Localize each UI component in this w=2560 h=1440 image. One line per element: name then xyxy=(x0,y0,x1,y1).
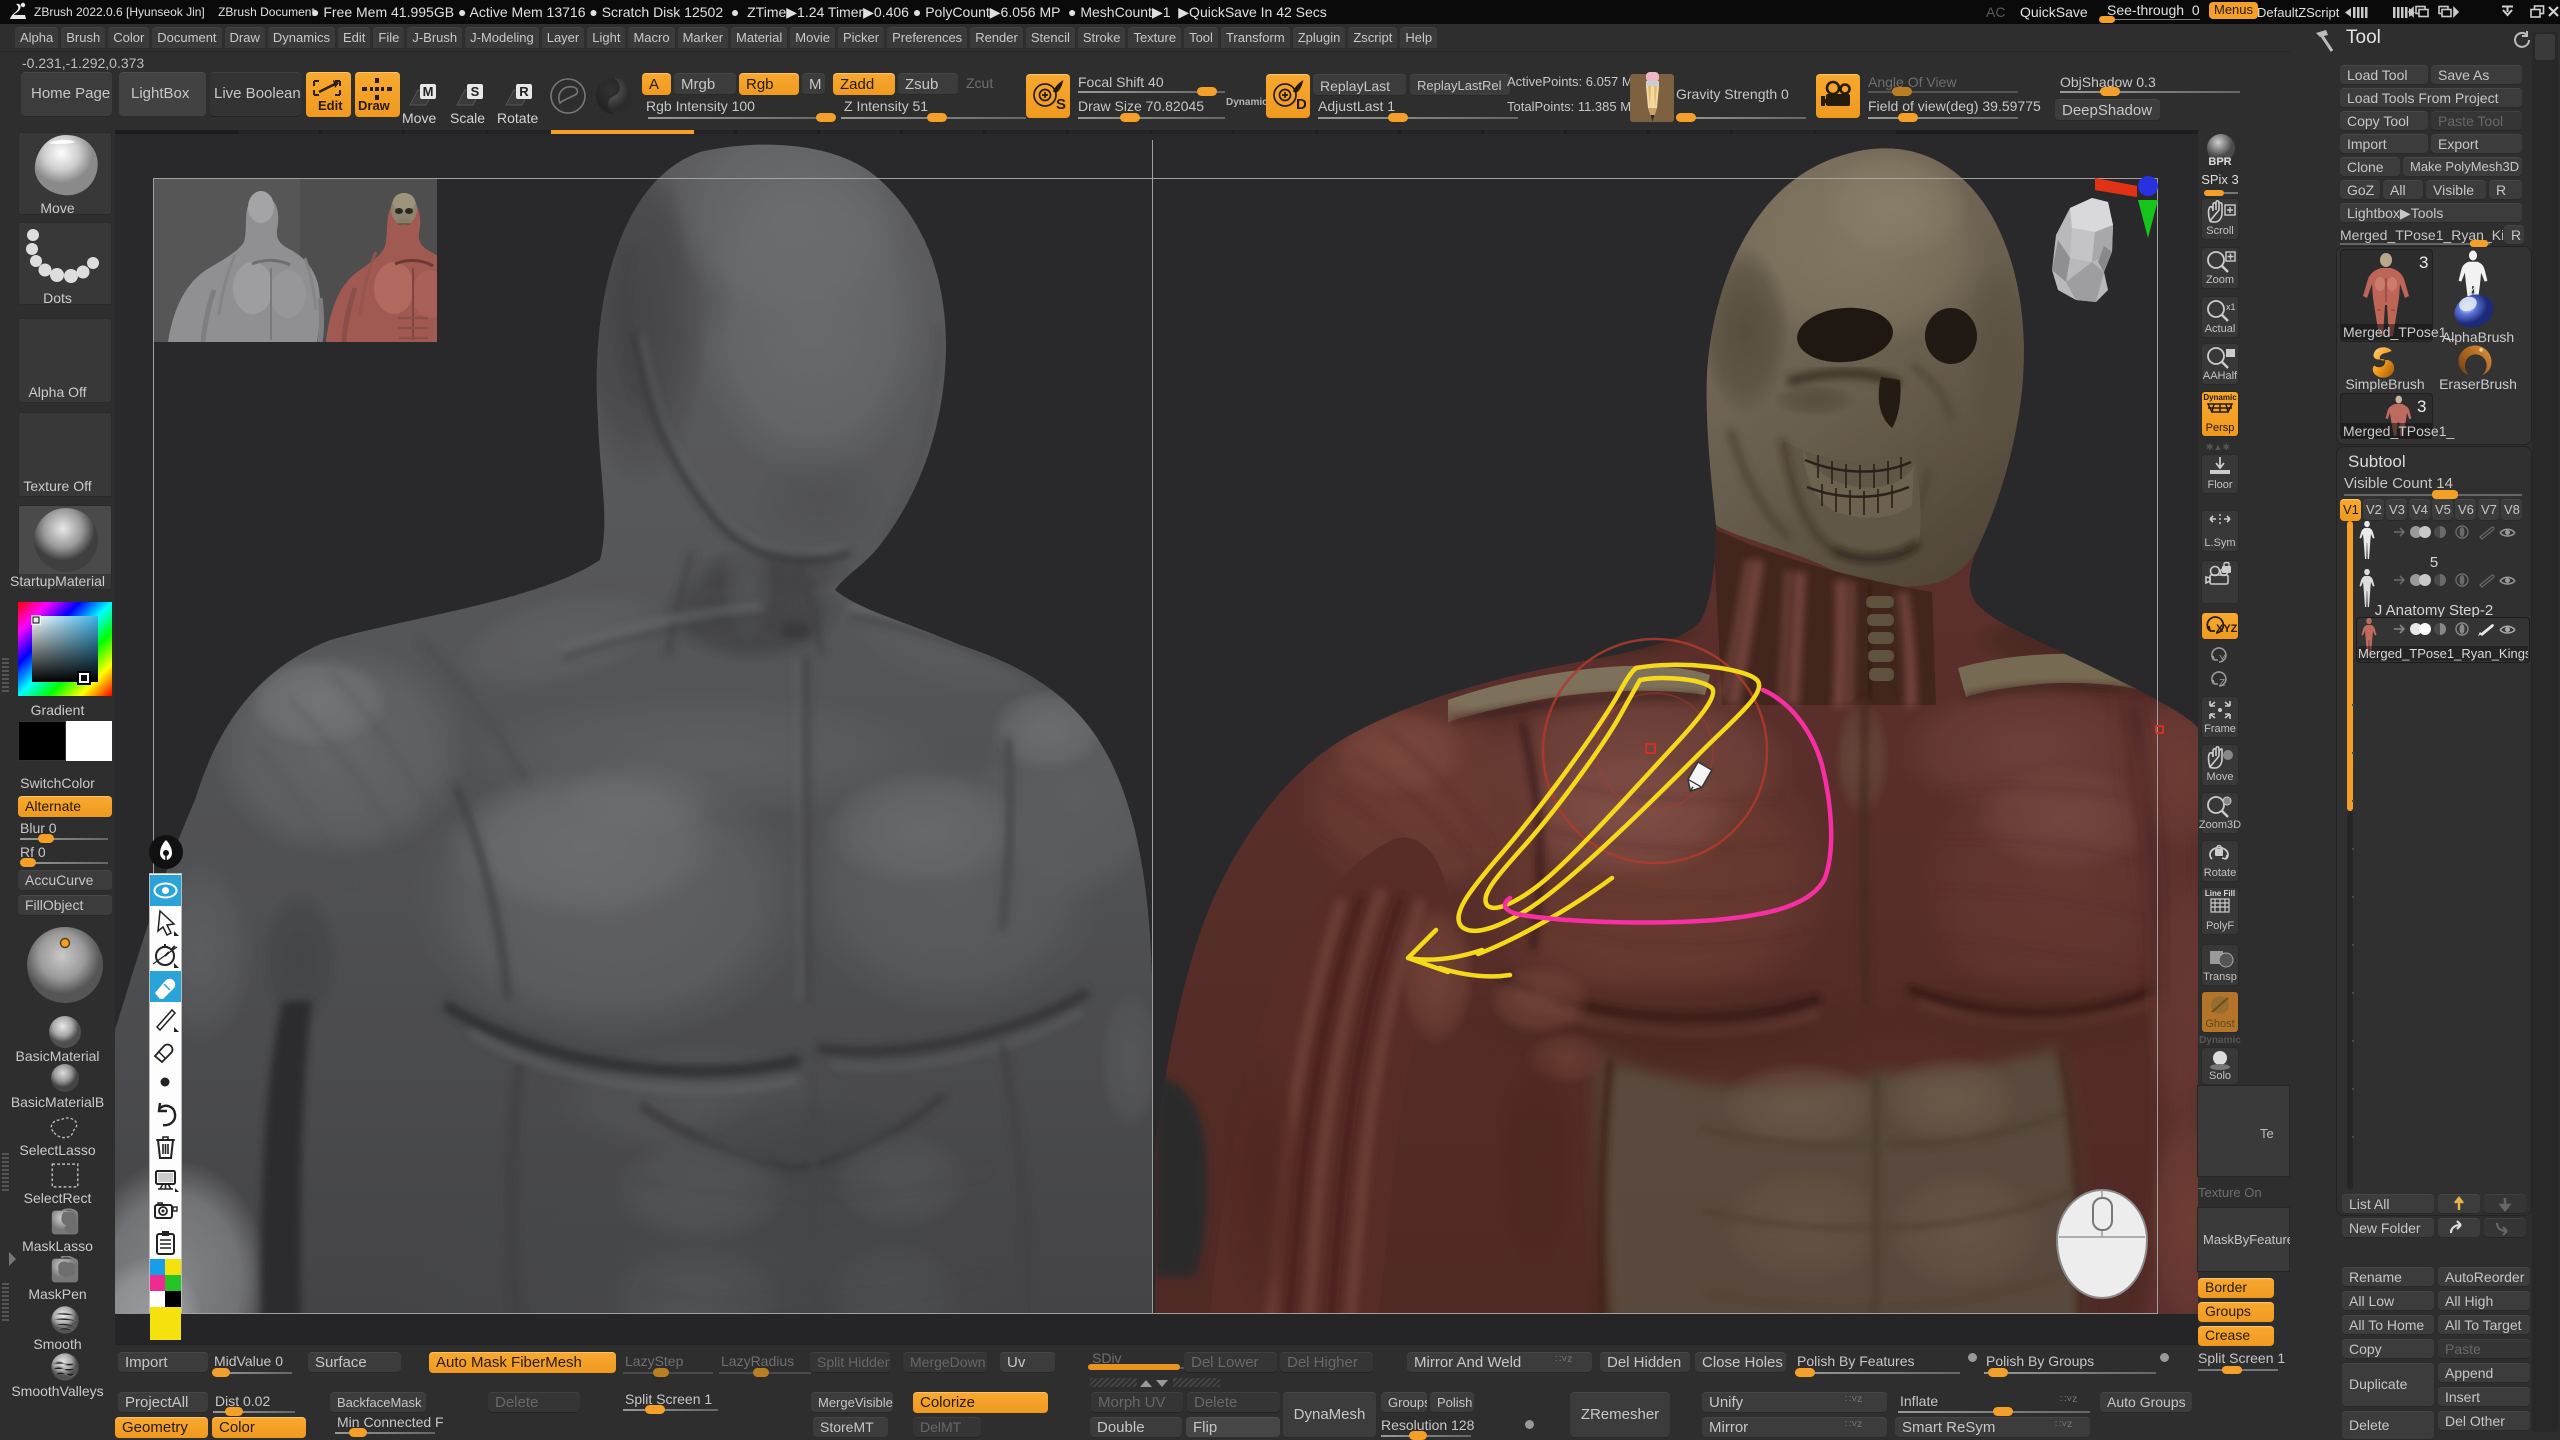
svg-text:3: 3 xyxy=(2419,253,2428,272)
svg-text:3: 3 xyxy=(2417,397,2426,416)
svg-text:Z: Z xyxy=(2219,678,2225,689)
svg-text:Line Fill: Line Fill xyxy=(2205,889,2235,898)
svg-text:Dynamic: Dynamic xyxy=(2203,393,2237,402)
svg-text:XYZ: XYZ xyxy=(2216,623,2238,635)
svg-text:x1: x1 xyxy=(2226,302,2236,312)
svg-text:Y: Y xyxy=(2219,654,2226,665)
